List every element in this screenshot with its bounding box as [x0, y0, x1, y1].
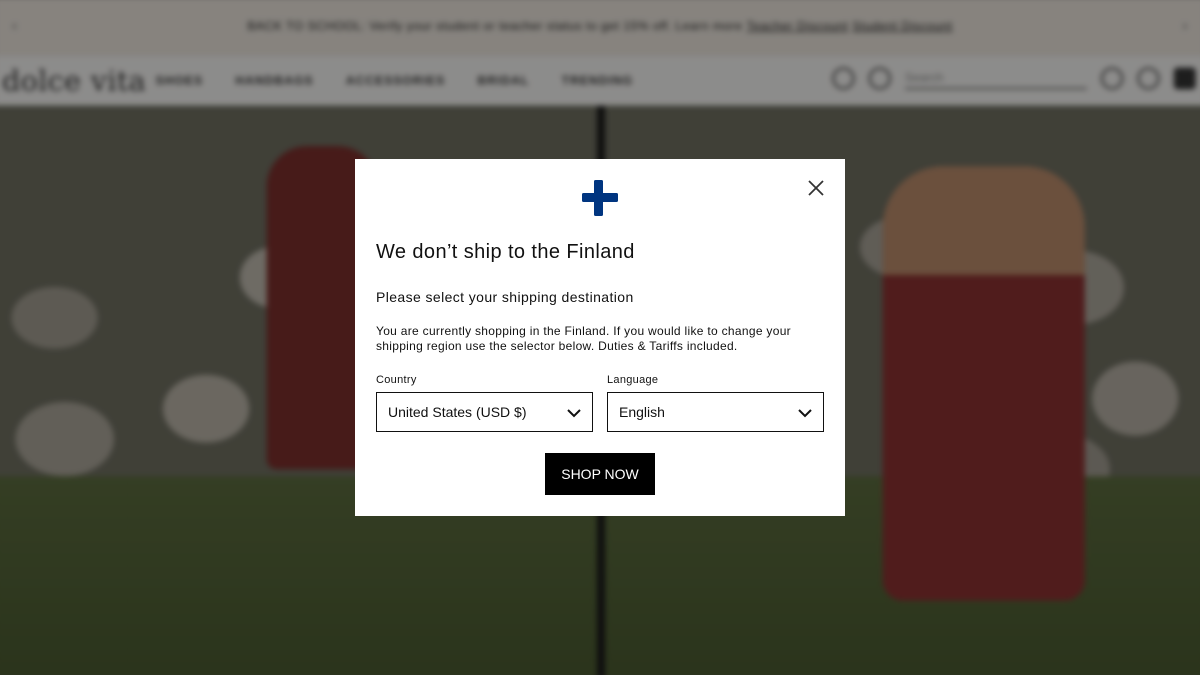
country-label: Country — [376, 374, 417, 386]
country-select-value: United States (USD $) — [388, 404, 527, 420]
country-select[interactable]: United States (USD $) — [376, 392, 593, 432]
modal-description: You are currently shopping in the Finlan… — [376, 324, 791, 353]
language-select-value: English — [619, 404, 665, 420]
close-icon[interactable] — [806, 178, 826, 198]
chevron-down-icon — [567, 409, 581, 418]
language-select[interactable]: English — [607, 392, 824, 432]
modal-subtitle: Please select your shipping destination — [376, 289, 634, 305]
finland-flag-icon — [582, 180, 618, 216]
chevron-down-icon — [798, 409, 812, 418]
modal-title: We don’t ship to the Finland — [376, 241, 635, 263]
language-label: Language — [607, 374, 659, 386]
shop-now-button[interactable]: SHOP NOW — [545, 453, 655, 495]
